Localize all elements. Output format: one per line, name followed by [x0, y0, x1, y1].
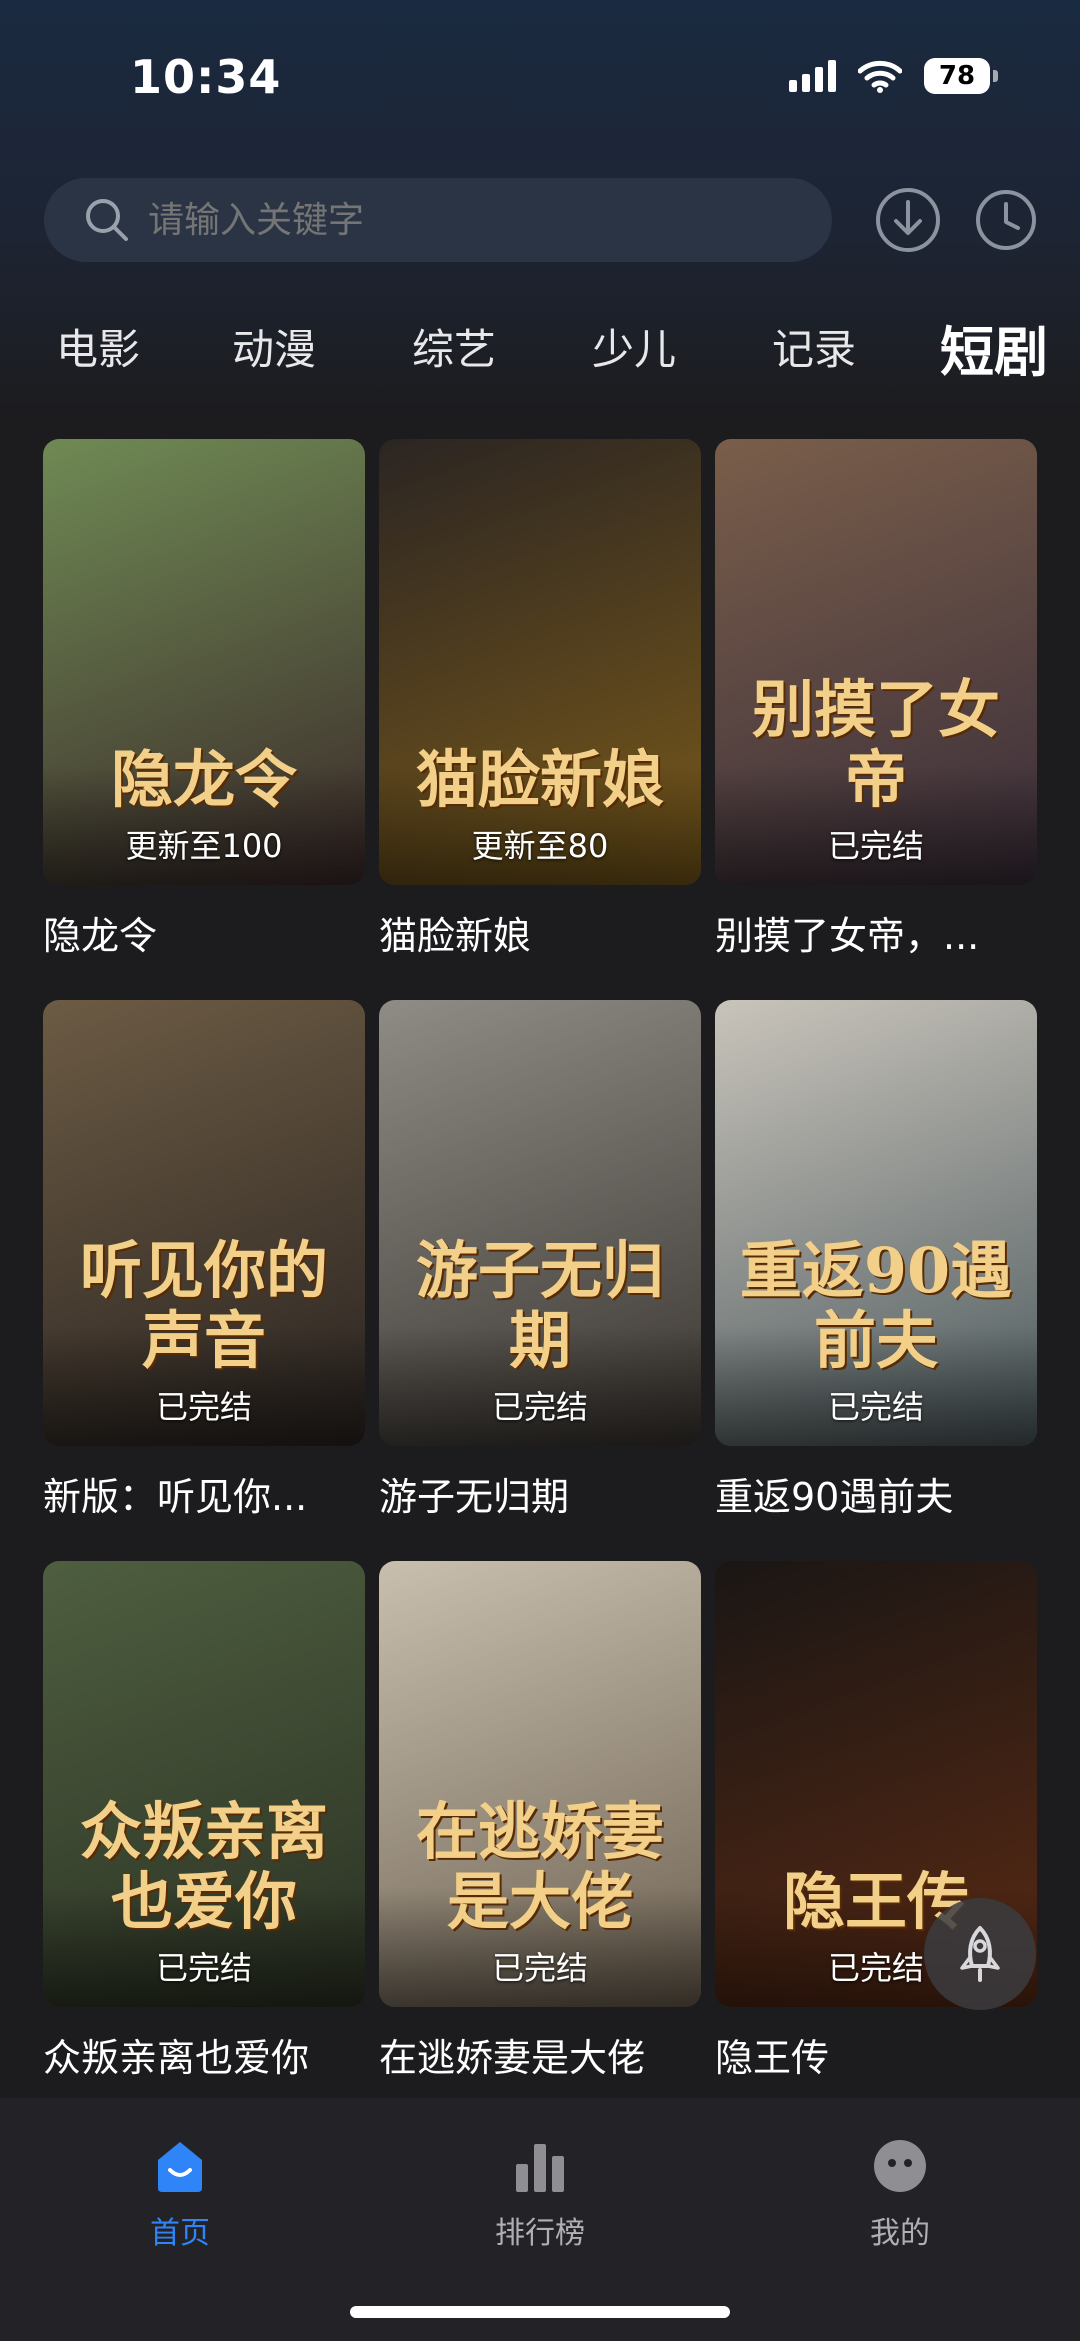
drama-title[interactable]: 隐王传 — [715, 2027, 1037, 2082]
tab-label: 我的 — [870, 2216, 930, 2251]
poster-image[interactable]: 游子无归期 已完结 — [379, 1000, 701, 1446]
drama-title[interactable]: 众叛亲离也爱你 — [43, 2027, 365, 2082]
poster-title-art: 游子无归期 — [415, 1234, 664, 1377]
poster-title-art: 众叛亲离也爱你 — [79, 1795, 328, 1938]
search-bar[interactable] — [44, 178, 832, 262]
drama-title[interactable]: 新版：听见你... — [43, 1466, 365, 1521]
category-short-drama[interactable]: 短剧 — [940, 308, 1048, 387]
category-variety[interactable]: 综艺 — [412, 316, 496, 377]
poster-title-art: 猫脸新娘 — [415, 743, 664, 816]
back-to-top-button[interactable] — [924, 1898, 1036, 2010]
search-input[interactable] — [146, 198, 710, 242]
drama-card[interactable]: 猫脸新娘 更新至80 猫脸新娘 — [379, 439, 701, 960]
status-time: 10:34 — [130, 50, 282, 104]
episode-badge: 更新至100 — [125, 827, 283, 865]
search-icon — [86, 199, 128, 241]
drama-card[interactable]: 重返90遇前夫 已完结 重返90遇前夫 — [715, 1000, 1037, 1521]
drama-title[interactable]: 重返90遇前夫 — [715, 1466, 1037, 1521]
poster-title-art: 听见你的声音 — [79, 1234, 328, 1377]
poster-image[interactable]: 在逃娇妻是大佬 已完结 — [379, 1561, 701, 2007]
poster-title-art: 在逃娇妻是大佬 — [415, 1795, 664, 1938]
home-indicator — [350, 2306, 730, 2318]
drama-card[interactable]: 众叛亲离也爱你 已完结 众叛亲离也爱你 — [43, 1561, 365, 2082]
rocket-icon — [960, 1926, 1000, 1982]
category-kids[interactable]: 少儿 — [592, 316, 676, 377]
tab-label: 首页 — [150, 2216, 210, 2251]
history-clock-icon[interactable] — [972, 186, 1040, 254]
profile-icon — [874, 2140, 926, 2192]
drama-card[interactable]: 隐龙令 更新至100 隐龙令 — [43, 439, 365, 960]
battery-icon: 78 — [924, 58, 998, 94]
download-icon[interactable] — [874, 186, 942, 254]
poster-image[interactable]: 隐龙令 更新至100 — [43, 439, 365, 885]
cellular-signal-icon — [789, 60, 836, 92]
home-icon — [158, 2142, 202, 2192]
category-documentary[interactable]: 记录 — [772, 316, 856, 377]
poster-title-art: 别摸了女帝 — [751, 673, 1000, 816]
poster-image[interactable]: 听见你的声音 已完结 — [43, 1000, 365, 1446]
category-movie[interactable]: 电影 — [56, 316, 140, 377]
poster-image[interactable]: 猫脸新娘 更新至80 — [379, 439, 701, 885]
drama-card[interactable]: 听见你的声音 已完结 新版：听见你... — [43, 1000, 365, 1521]
tab-label: 排行榜 — [495, 2216, 585, 2251]
ranking-icon — [516, 2144, 564, 2192]
drama-title[interactable]: 在逃娇妻是大佬 — [379, 2027, 701, 2082]
poster-title-art: 隐龙令 — [110, 743, 297, 816]
drama-card[interactable]: 在逃娇妻是大佬 已完结 在逃娇妻是大佬 — [379, 1561, 701, 2082]
status-icons: 78 — [789, 58, 998, 94]
status-badge: 已完结 — [155, 1949, 252, 1987]
drama-card[interactable]: 游子无归期 已完结 游子无归期 — [379, 1000, 701, 1521]
drama-title[interactable]: 猫脸新娘 — [379, 905, 701, 960]
status-badge: 已完结 — [155, 1388, 252, 1426]
drama-title[interactable]: 游子无归期 — [379, 1466, 701, 1521]
poster-image[interactable]: 众叛亲离也爱你 已完结 — [43, 1561, 365, 2007]
drama-title[interactable]: 隐龙令 — [43, 905, 365, 960]
status-badge: 已完结 — [827, 1388, 924, 1426]
drama-card[interactable]: 别摸了女帝 已完结 别摸了女帝，... — [715, 439, 1037, 960]
status-badge: 已完结 — [827, 827, 924, 865]
status-badge: 已完结 — [491, 1949, 588, 1987]
category-anime[interactable]: 动漫 — [232, 316, 316, 377]
drama-title[interactable]: 别摸了女帝，... — [715, 905, 1037, 960]
wifi-icon — [858, 60, 902, 93]
poster-image[interactable]: 重返90遇前夫 已完结 — [715, 1000, 1037, 1446]
poster-image[interactable]: 别摸了女帝 已完结 — [715, 439, 1037, 885]
bottom-tab-bar: 首页 排行榜 我的 — [0, 2098, 1080, 2341]
status-badge: 已完结 — [491, 1388, 588, 1426]
episode-badge: 更新至80 — [471, 827, 609, 865]
poster-title-art: 重返90遇前夫 — [739, 1234, 1013, 1377]
category-tabs: 电影 动漫 综艺 少儿 记录 短剧 — [0, 306, 1080, 384]
